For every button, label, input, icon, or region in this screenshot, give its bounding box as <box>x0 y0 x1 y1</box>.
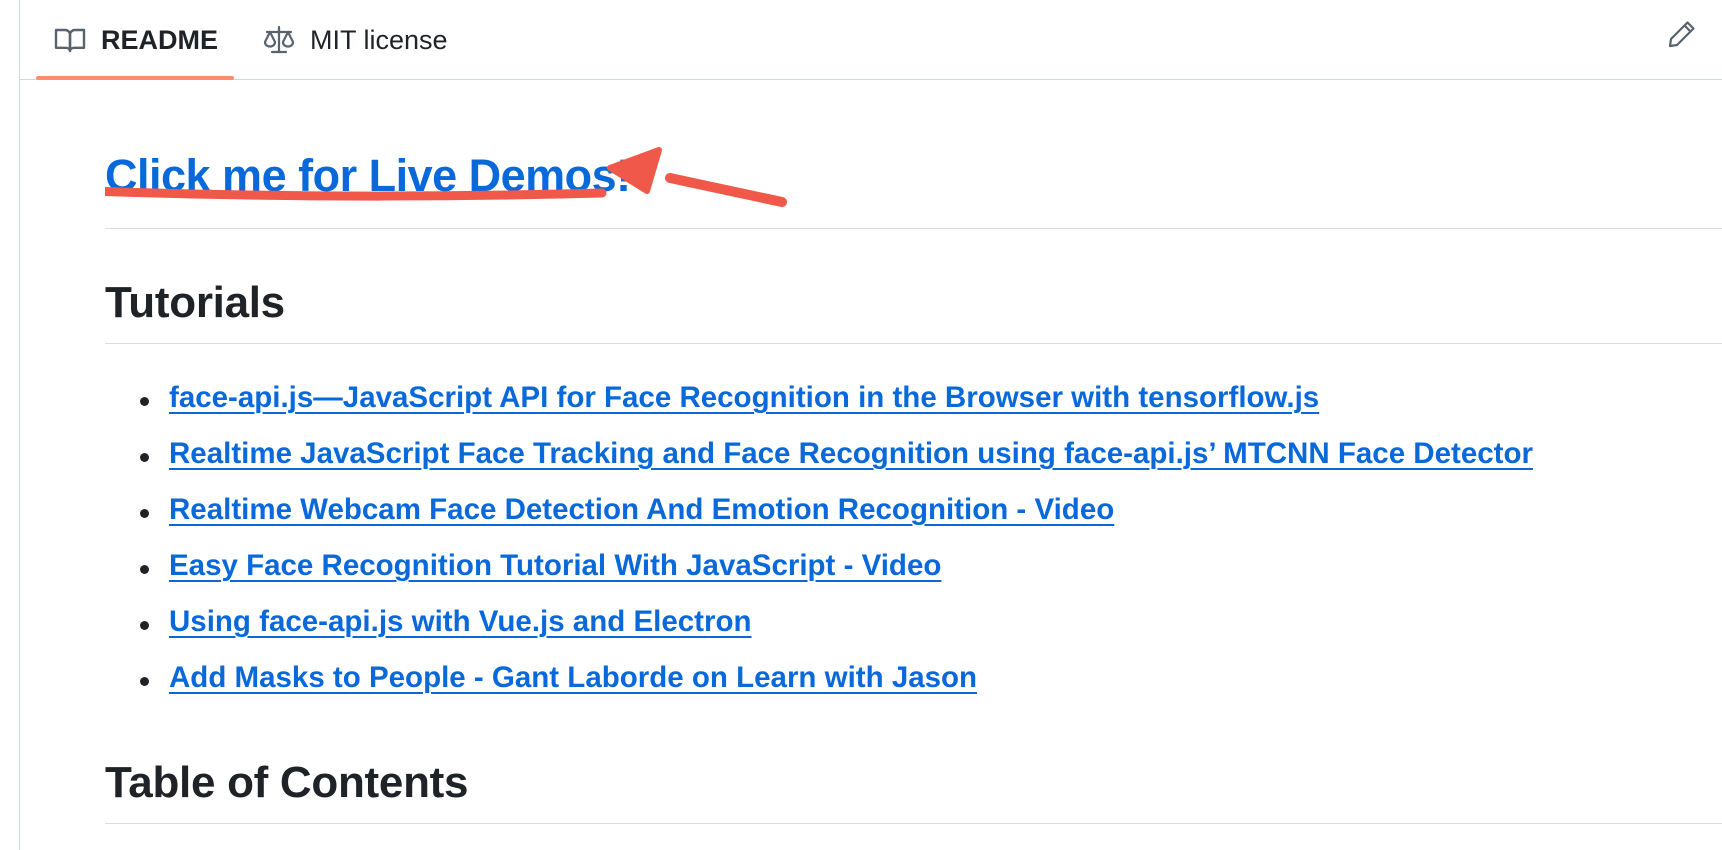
list-item: Realtime JavaScript Face Tracking and Fa… <box>105 426 1533 482</box>
bullet <box>140 621 149 630</box>
tutorial-link[interactable]: Realtime Webcam Face Detection And Emoti… <box>169 493 1114 527</box>
tutorial-link[interactable]: Using face-api.js with Vue.js and Electr… <box>169 605 751 639</box>
list-item: Easy Face Recognition Tutorial With Java… <box>105 538 1533 594</box>
list-item: Using face-api.js with Vue.js and Electr… <box>105 594 1533 650</box>
tutorial-link[interactable]: Easy Face Recognition Tutorial With Java… <box>169 549 941 583</box>
tutorial-link[interactable]: Add Masks to People - Gant Laborde on Le… <box>169 661 977 695</box>
list-item: face-api.js—JavaScript API for Face Reco… <box>105 370 1533 426</box>
live-demos-link[interactable]: Click me for Live Demos! <box>105 150 631 202</box>
bullet <box>140 453 149 462</box>
tab-license-label: MIT license <box>310 24 448 55</box>
tab-mit-license[interactable]: MIT license <box>242 0 462 80</box>
tab-readme[interactable]: README <box>36 0 234 80</box>
list-item: Add Masks to People - Gant Laborde on Le… <box>105 650 1533 706</box>
edit-button[interactable] <box>1660 14 1704 58</box>
table-of-contents-heading: Table of Contents <box>105 750 1722 824</box>
bullet <box>140 509 149 518</box>
tutorial-list: face-api.js—JavaScript API for Face Reco… <box>105 370 1533 706</box>
active-tab-indicator <box>36 76 234 80</box>
pencil-icon <box>1667 19 1697 54</box>
tab-readme-label: README <box>101 24 219 55</box>
tutorial-link[interactable]: face-api.js—JavaScript API for Face Reco… <box>169 381 1319 415</box>
bullet <box>140 565 149 574</box>
readme-panel: README MIT license Click me for Live Dem… <box>19 0 1722 850</box>
tutorial-link[interactable]: Realtime JavaScript Face Tracking and Fa… <box>169 437 1533 471</box>
bullet <box>140 677 149 686</box>
bullet <box>140 397 149 406</box>
demo-heading: Click me for Live Demos! <box>105 144 1722 229</box>
scale-icon <box>262 23 296 57</box>
book-icon <box>53 23 87 57</box>
tutorials-heading: Tutorials <box>105 270 1722 344</box>
tab-bar: README MIT license <box>20 0 1722 80</box>
list-item: Realtime Webcam Face Detection And Emoti… <box>105 482 1533 538</box>
